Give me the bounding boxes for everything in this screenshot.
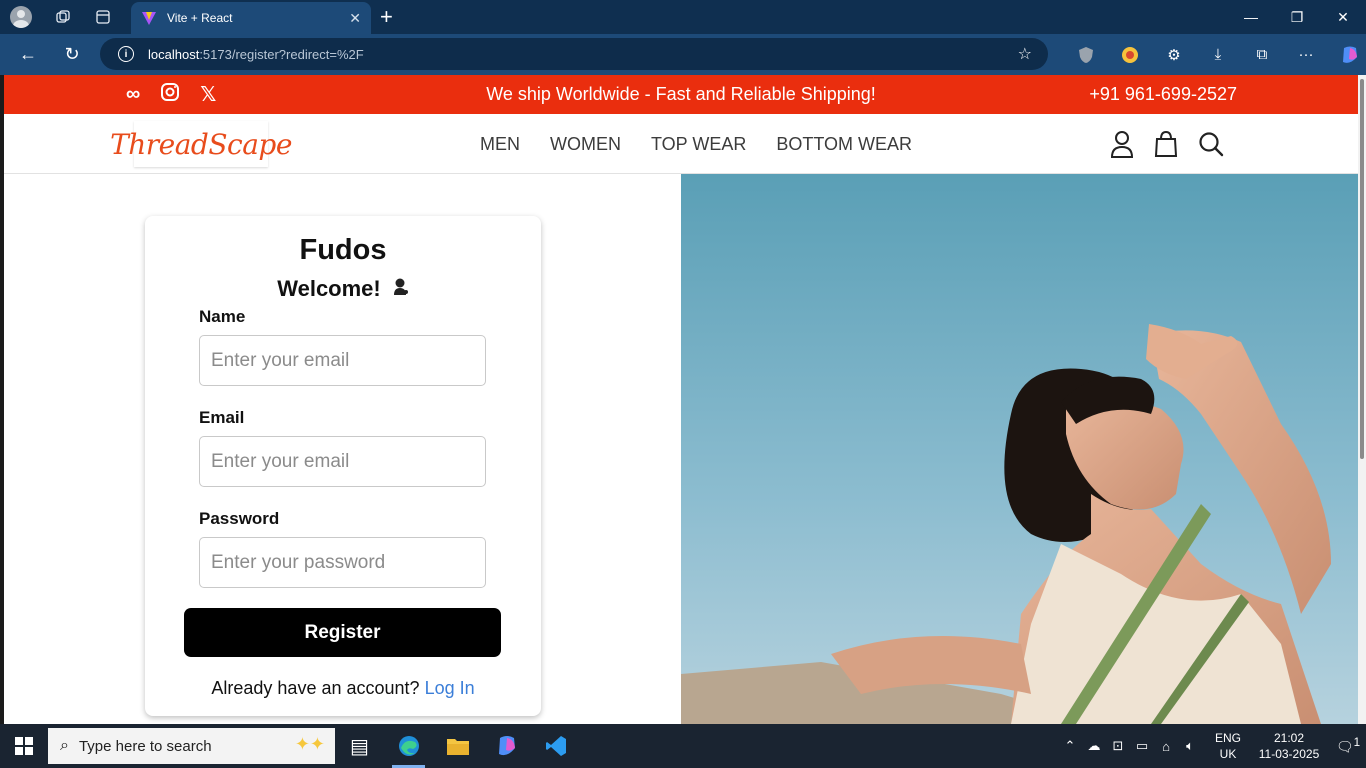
more-options-icon[interactable]: ··· [1284,46,1328,63]
site-info-icon[interactable]: i [118,46,134,62]
edge-icon[interactable] [384,724,433,768]
site-navbar: ThreadScape MEN WOMEN TOP WEAR BOTTOM WE… [4,114,1358,174]
nav-women[interactable]: WOMEN [550,134,621,155]
vite-icon [142,12,156,25]
clock[interactable]: 21:02 11-03-2025 [1248,730,1330,762]
restore-icon[interactable]: ❐ [1274,0,1320,34]
tab-vite-react[interactable]: Vite + React ✕ [131,2,371,34]
show-hidden-icons[interactable]: ⌃ [1058,738,1082,754]
nav-top-wear[interactable]: TOP WEAR [651,134,746,155]
profile-avatar[interactable] [10,6,32,28]
minimize-icon[interactable]: — [1228,0,1274,34]
password-label: Password [199,509,280,528]
password-input[interactable] [199,537,486,588]
keyboard-layout: UK [1219,747,1237,761]
login-prompt: Already have an account? [211,678,420,698]
notification-count: 1 [1353,736,1361,750]
language-indicator[interactable]: ENG UK [1208,730,1248,762]
hero-photo [681,174,1358,724]
windows-start-icon[interactable] [0,724,48,768]
shopping-bag-icon[interactable] [1154,130,1178,158]
welcome-text: Welcome! [277,276,381,301]
browser-tab-bar: Vite + React ✕ + — ❐ ✕ [0,0,1366,34]
site-logo[interactable]: ThreadScape [110,121,292,167]
vscode-icon[interactable] [531,724,580,768]
address-bar[interactable]: i localhost:5173/register?redirect=%2F ☆ [100,38,1048,70]
ublock-icon[interactable] [1064,46,1108,64]
url-host: localhost [148,46,200,62]
email-label: Email [199,408,245,427]
web-page: ∞ 𝕏 We ship Worldwide - Fast and Reliabl… [4,75,1358,724]
taskbar-search[interactable]: ⌕ Type here to search ✦✦ [48,728,335,764]
url-path: :5173/register?redirect=%2F [199,46,364,62]
network-icon[interactable]: ⌂ [1154,739,1178,754]
page-scrollbar[interactable] [1358,75,1366,724]
login-prompt-row: Already have an account? Log In [145,678,541,699]
system-tray: ⌃ ☁ ⊡ ▭ ⌂ 🔈︎ ENG UK 21:02 11-03-2025 🗨︎1 [1058,724,1366,768]
name-label: Name [199,307,246,326]
register-button[interactable]: Register [184,608,501,657]
file-explorer-icon[interactable] [433,724,482,768]
tab-actions-icon[interactable] [90,4,116,30]
welcome-heading: Welcome! [145,276,541,302]
downloads-icon[interactable]: ⤓ [1196,46,1240,63]
favorite-star-icon[interactable]: ☆ [1018,44,1032,64]
screenshot-icon[interactable]: ⧉ [1240,46,1284,63]
onedrive-icon[interactable]: ☁ [1082,738,1106,754]
person-icon [393,276,409,302]
register-card: Fudos Welcome! Name Email Password Regis… [145,216,541,716]
register-pane: Fudos Welcome! Name Email Password Regis… [4,174,681,724]
copilot-sparkle-icon: ✦✦ [294,734,325,754]
clock-date: 11-03-2025 [1258,747,1320,761]
browser-toolbar: ← ↻ i localhost:5173/register?redirect=%… [0,34,1366,75]
clock-time: 21:02 [1273,731,1305,745]
volume-icon[interactable]: 🔈︎ [1178,738,1202,754]
workspaces-icon[interactable] [50,4,76,30]
extension-color-icon[interactable] [1108,46,1152,64]
task-view-icon[interactable]: ▤ [335,724,384,768]
name-input[interactable] [199,335,486,386]
close-window-icon[interactable]: ✕ [1320,0,1366,34]
login-link[interactable]: Log In [425,678,475,698]
search-icon: ⌕ [60,737,69,754]
tab-title: Vite + React [167,11,233,25]
promo-phone: +91 961-699-2527 [1089,84,1237,104]
nav-men[interactable]: MEN [480,134,520,155]
extensions-icon[interactable]: ⚙ [1152,46,1196,64]
promo-banner: ∞ 𝕏 We ship Worldwide - Fast and Reliabl… [4,75,1358,114]
back-icon[interactable]: ← [14,41,42,69]
search-icon[interactable] [1198,131,1224,157]
copilot-icon[interactable] [1328,45,1366,65]
language-code: ENG [1214,731,1241,745]
new-tab-icon[interactable]: + [380,4,393,30]
refresh-icon[interactable]: ↻ [58,41,86,69]
copilot-app-icon[interactable] [482,724,531,768]
scrollbar-thumb[interactable] [1360,79,1364,459]
email-input[interactable] [199,436,486,487]
taskbar-search-placeholder: Type here to search [78,737,212,755]
close-tab-icon[interactable]: ✕ [349,10,361,27]
meet-icon[interactable]: ⊡ [1106,738,1130,754]
woman-sky-photo [681,174,1358,724]
battery-icon[interactable]: ▭ [1130,738,1154,754]
nav-bottom-wear[interactable]: BOTTOM WEAR [776,134,912,155]
notification-center-icon[interactable]: 🗨︎1 [1330,736,1366,756]
user-icon[interactable] [1110,130,1134,158]
taskbar: ⌕ Type here to search ✦✦ ▤ ⌃ ☁ ⊡ ▭ ⌂ 🔈︎ … [0,724,1366,768]
form-brand: Fudos [299,234,387,266]
